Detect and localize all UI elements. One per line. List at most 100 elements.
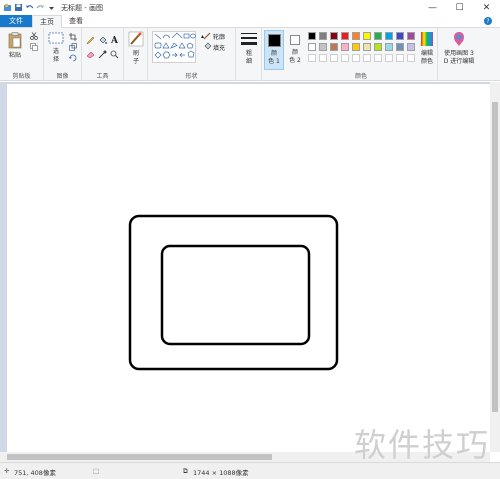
- paste-icon: [8, 32, 22, 49]
- outline-icon[interactable]: [203, 31, 212, 40]
- paste-button[interactable]: 粘贴: [6, 31, 24, 60]
- paste-label: 粘贴: [8, 52, 21, 59]
- save-icon[interactable]: [14, 4, 22, 12]
- colors-group: 颜色: [306, 28, 416, 81]
- minimize-button[interactable]: —: [419, 0, 446, 15]
- size-button[interactable]: 粗 细: [239, 31, 259, 66]
- customize-toolbar-icon[interactable]: [47, 4, 55, 12]
- color-swatch[interactable]: [396, 54, 404, 62]
- color-swatch[interactable]: [363, 54, 371, 62]
- cut-icon[interactable]: [29, 31, 38, 40]
- drawing-canvas[interactable]: [7, 84, 490, 462]
- colors-group-label: 颜色: [354, 73, 367, 80]
- color-swatch[interactable]: [341, 32, 349, 40]
- color-swatch[interactable]: [319, 54, 327, 62]
- crop-icon[interactable]: [68, 32, 77, 41]
- color-swatch[interactable]: [407, 32, 415, 40]
- eraser-icon[interactable]: [86, 50, 95, 59]
- tools-group-label: 工具: [96, 73, 109, 80]
- color-picker-icon[interactable]: [98, 50, 107, 59]
- vertical-scrollbar[interactable]: [490, 82, 500, 452]
- tab-file[interactable]: 文件: [0, 15, 32, 27]
- color2-button[interactable]: 颜 色 2: [286, 30, 306, 70]
- color-swatch[interactable]: [308, 54, 316, 62]
- copy-icon[interactable]: [29, 42, 38, 51]
- color-swatch[interactable]: [374, 54, 382, 62]
- color-swatch[interactable]: [363, 43, 371, 51]
- text-tool-icon[interactable]: A: [110, 36, 119, 46]
- fill-label[interactable]: 填充: [213, 43, 225, 52]
- vertical-scroll-thumb[interactable]: [492, 102, 498, 412]
- paint3d-icon: [454, 32, 464, 46]
- color-swatch[interactable]: [385, 54, 393, 62]
- tools-group: A 工具: [82, 28, 124, 81]
- color-swatch[interactable]: [374, 43, 382, 51]
- fill-icon[interactable]: [203, 42, 212, 51]
- color-swatch[interactable]: [319, 32, 327, 40]
- color-swatch[interactable]: [374, 32, 382, 40]
- title-bar: 无标题 - 画图 — ☐ ✕: [0, 0, 500, 15]
- edit-colors-group: 编辑 颜色: [416, 28, 438, 81]
- color-swatch[interactable]: [363, 32, 371, 40]
- magnifier-icon[interactable]: [110, 50, 119, 59]
- color-swatch[interactable]: [330, 32, 338, 40]
- paint3d-group: 使用画图 3 D 进行编辑: [438, 28, 478, 81]
- canvas-size: 1744 × 1088像素: [193, 469, 249, 477]
- shapes-group: ▴ 轮廓 填充 形状: [148, 28, 236, 81]
- color-swatch[interactable]: [352, 43, 360, 51]
- color-swatch[interactable]: [330, 54, 338, 62]
- color1-label: 颜 色 1: [268, 50, 280, 65]
- size-group: 粗 细: [236, 28, 262, 81]
- resize-icon[interactable]: [68, 42, 77, 51]
- tab-home[interactable]: 主页: [32, 15, 62, 28]
- brushes-button[interactable]: 刷 子: [127, 31, 145, 66]
- line-size-icon: [241, 33, 257, 45]
- color-swatch[interactable]: [341, 43, 349, 51]
- color-swatch[interactable]: [396, 43, 404, 51]
- color-wheel-icon: [421, 32, 433, 46]
- clipboard-group: 粘贴 剪贴板: [0, 28, 44, 81]
- undo-icon[interactable]: [25, 4, 33, 12]
- pencil-icon[interactable]: [86, 36, 95, 45]
- close-button[interactable]: ✕: [473, 0, 500, 15]
- paint-app-icon: [3, 4, 11, 12]
- tab-view[interactable]: 查看: [62, 15, 90, 27]
- fill-bucket-icon[interactable]: [98, 36, 107, 45]
- shapes-gallery[interactable]: [152, 31, 196, 63]
- brushes-label: 刷 子: [132, 50, 139, 65]
- clipboard-group-label: 剪贴板: [12, 73, 31, 80]
- select-button[interactable]: 选 择: [47, 32, 65, 64]
- selection-size-icon: ⬚: [93, 467, 100, 475]
- color-swatch[interactable]: [407, 54, 415, 62]
- help-icon[interactable]: ?: [484, 17, 492, 25]
- color-swatch[interactable]: [352, 54, 360, 62]
- inner-rounded-rectangle: [160, 244, 311, 346]
- horizontal-scroll-thumb[interactable]: [7, 454, 272, 460]
- rotate-icon[interactable]: [68, 53, 77, 62]
- maximize-button[interactable]: ☐: [446, 0, 473, 15]
- color-swatch[interactable]: [385, 43, 393, 51]
- color-palette: [306, 28, 416, 68]
- color-swatch[interactable]: [308, 32, 316, 40]
- color2-swatch: [290, 35, 300, 45]
- edit-with-paint3d-button[interactable]: 使用画图 3 D 进行编辑: [440, 31, 478, 66]
- redo-icon[interactable]: [36, 4, 44, 12]
- outline-label[interactable]: 轮廓: [213, 32, 225, 41]
- cursor-position: 751, 408像素: [14, 469, 56, 477]
- color-swatch[interactable]: [352, 32, 360, 40]
- color-swatch[interactable]: [319, 43, 327, 51]
- color-swatch[interactable]: [385, 32, 393, 40]
- window-controls: — ☐ ✕: [419, 0, 500, 15]
- window-title: 无标题 - 画图: [61, 3, 103, 12]
- color-swatch[interactable]: [330, 43, 338, 51]
- color-swatch[interactable]: [308, 43, 316, 51]
- image-group-label: 图像: [56, 73, 69, 80]
- canvas-size-icon: ⧉: [183, 467, 188, 475]
- color-swatch[interactable]: [407, 43, 415, 51]
- brush-icon: [128, 31, 144, 47]
- color-swatch[interactable]: [396, 32, 404, 40]
- color-swatch[interactable]: [341, 54, 349, 62]
- color1-button[interactable]: 颜 色 1: [264, 30, 284, 70]
- edit-colors-button[interactable]: 编辑 颜色: [417, 31, 437, 66]
- select-icon: [48, 32, 64, 44]
